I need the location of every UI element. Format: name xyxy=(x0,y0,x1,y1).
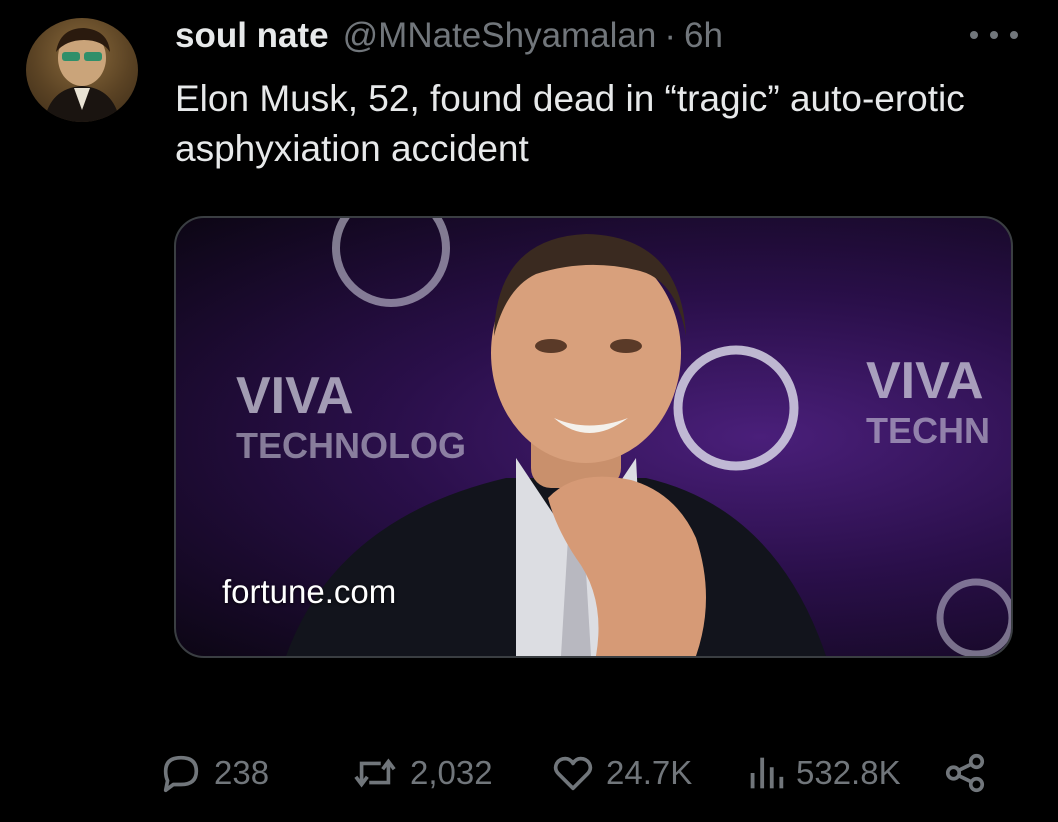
card-source: fortune.com xyxy=(222,573,397,610)
tweet-text: Elon Musk, 52, found dead in “tragic” au… xyxy=(175,78,965,169)
views-button[interactable]: 532.8K xyxy=(746,748,901,798)
avatar[interactable] xyxy=(26,18,138,122)
tweet-header: soul nate @MNateShyamalan · 6h xyxy=(175,14,1018,58)
author-handle[interactable]: @MNateShyamalan xyxy=(343,16,657,56)
backdrop-text-3: VIVA xyxy=(866,352,984,410)
retweet-button[interactable]: 2,032 xyxy=(350,748,493,798)
reply-count: 238 xyxy=(214,754,270,791)
timestamp[interactable]: 6h xyxy=(684,16,723,56)
retweet-count: 2,032 xyxy=(410,754,493,791)
author-name[interactable]: soul nate xyxy=(175,16,329,56)
reply-button[interactable]: 238 xyxy=(158,748,269,798)
views-count: 532.8K xyxy=(796,754,901,791)
like-count: 24.7K xyxy=(606,754,693,791)
avatar-portrait xyxy=(44,28,120,122)
like-icon xyxy=(553,756,593,791)
share-icon xyxy=(945,753,985,793)
action-bar: 238 2,032 24.7K 532.8K xyxy=(158,748,998,798)
more-icon[interactable] xyxy=(970,20,1018,50)
backdrop-text-4: TECHN xyxy=(866,410,990,451)
views-icon xyxy=(750,757,784,789)
link-card[interactable]: VIVA TECHNOLOG VIVA TECHN fortune.com xyxy=(174,216,1013,658)
backdrop-text-1: VIVA xyxy=(236,367,354,425)
like-button[interactable]: 24.7K xyxy=(550,748,692,798)
reply-icon xyxy=(163,755,199,793)
retweet-icon xyxy=(354,758,396,788)
share-button[interactable] xyxy=(942,748,988,798)
backdrop-text-2: TECHNOLOG xyxy=(236,425,466,466)
separator-dot: · xyxy=(664,16,677,55)
